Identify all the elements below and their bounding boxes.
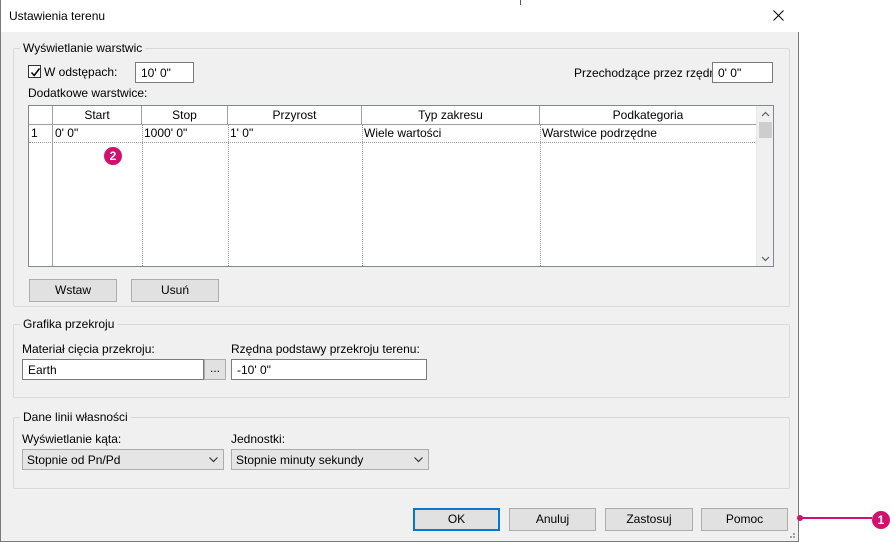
table-row[interactable]: 1 0' 0" 1000' 0" 1' 0" Wiele wartości Wa…	[29, 125, 757, 143]
passing-through-label: Przechodzące przez rzędną:	[574, 66, 727, 80]
property-line-legend: Dane linii własności	[20, 410, 131, 424]
scroll-down-icon[interactable]	[761, 254, 770, 263]
cell-subcategory[interactable]: Warstwice podrzędne	[540, 125, 757, 142]
callout-1-leader	[800, 517, 872, 519]
row-number: 1	[31, 126, 38, 140]
column-header-subcategory[interactable]: Podkategoria	[540, 106, 757, 125]
contour-display-legend: Wyświetlanie warstwic	[20, 41, 146, 55]
base-elevation-label: Rzędna podstawy przekroju terenu:	[231, 342, 420, 356]
table-corner	[29, 106, 53, 125]
column-header-range-type[interactable]: Typ zakresu	[362, 106, 540, 125]
close-button[interactable]	[763, 0, 795, 32]
table-body: 1 0' 0" 1000' 0" 1' 0" Wiele wartości Wa…	[29, 125, 757, 266]
terrain-settings-dialog: Ustawienia terenu Wyświetlanie warstwic …	[0, 0, 799, 542]
units-dropdown[interactable]: Stopnie minuty sekundy	[231, 449, 429, 470]
window-title: Ustawienia terenu	[9, 9, 106, 23]
cell-start[interactable]: 0' 0"	[53, 125, 142, 142]
column-header-stop[interactable]: Stop	[142, 106, 228, 125]
column-divider	[540, 125, 541, 266]
chevron-down-icon	[414, 457, 423, 463]
units-value: Stopnie minuty sekundy	[236, 453, 364, 467]
cell-stop[interactable]: 1000' 0"	[142, 125, 228, 142]
insert-button[interactable]: Wstaw	[29, 279, 117, 302]
column-header-increment[interactable]: Przyrost	[228, 106, 362, 125]
callout-badge-2: 2	[104, 147, 122, 165]
scroll-up-icon[interactable]	[761, 110, 770, 119]
table-header: Start Stop Przyrost Typ zakresu Podkateg…	[53, 106, 757, 125]
callout-badge-1: 1	[872, 511, 890, 529]
additional-contours-table[interactable]: Start Stop Przyrost Typ zakresu Podkateg…	[28, 105, 774, 267]
chevron-down-icon	[209, 457, 218, 463]
title-bar: Ustawienia terenu	[1, 0, 799, 32]
interval-input[interactable]: 10' 0"	[135, 62, 194, 83]
title-tick-mark	[520, 0, 521, 5]
base-elevation-input[interactable]: -10' 0"	[231, 359, 427, 380]
cell-range-type[interactable]: Wiele wartości	[362, 125, 540, 142]
cell-increment[interactable]: 1' 0"	[228, 125, 362, 142]
angle-display-dropdown[interactable]: Stopnie od Pn/Pd	[22, 449, 224, 470]
column-divider	[142, 125, 143, 266]
scroll-thumb[interactable]	[759, 122, 772, 138]
browse-material-button[interactable]: ...	[204, 359, 226, 380]
interval-label: W odstępach:	[44, 65, 118, 79]
apply-button[interactable]: Zastosuj	[605, 508, 693, 531]
units-label: Jednostki:	[231, 432, 286, 446]
delete-button[interactable]: Usuń	[131, 279, 219, 302]
column-header-start[interactable]: Start	[53, 106, 142, 125]
resize-grip-icon[interactable]	[786, 529, 796, 539]
checkmark-icon	[30, 68, 41, 77]
section-material-label: Materiał cięcia przekroju:	[22, 342, 155, 356]
section-material-input[interactable]: Earth	[22, 359, 204, 380]
column-divider	[362, 125, 363, 266]
section-graphics-legend: Grafika przekroju	[20, 317, 118, 331]
help-button[interactable]: Pomoc	[701, 508, 788, 531]
additional-contours-label: Dodatkowe warstwice:	[28, 86, 148, 100]
angle-display-value: Stopnie od Pn/Pd	[27, 453, 121, 467]
angle-display-label: Wyświetlanie kąta:	[22, 432, 122, 446]
row-header-column	[29, 125, 53, 266]
ok-button[interactable]: OK	[413, 508, 500, 531]
close-icon	[773, 10, 784, 21]
cancel-button[interactable]: Anuluj	[509, 508, 596, 531]
column-divider	[228, 125, 229, 266]
passing-through-input[interactable]: 0' 0"	[712, 62, 773, 83]
table-scrollbar[interactable]	[756, 106, 773, 266]
interval-checkbox[interactable]	[28, 65, 41, 78]
